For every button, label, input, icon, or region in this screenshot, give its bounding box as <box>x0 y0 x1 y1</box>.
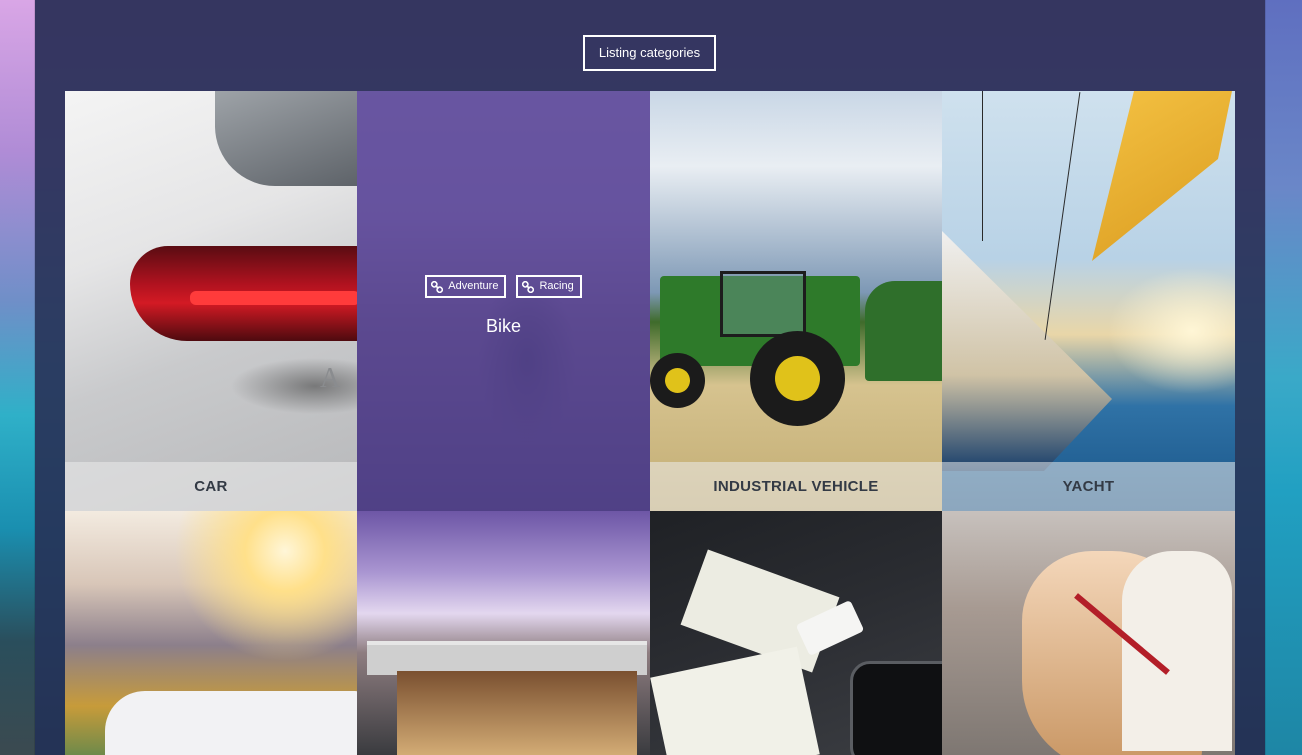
link-icon <box>522 280 535 293</box>
categories-section: Listing categories A CAR Adventure Racin… <box>35 0 1265 755</box>
tractor-image-wheel <box>750 331 845 426</box>
category-tile-bike[interactable]: Adventure Racing Bike <box>357 91 650 511</box>
category-tile-design[interactable] <box>650 511 942 755</box>
tag-label: Racing <box>539 280 574 292</box>
link-icon <box>431 280 444 293</box>
category-label[interactable]: CAR <box>65 462 357 511</box>
category-title-bike[interactable]: Bike <box>357 316 650 337</box>
tag-adventure[interactable]: Adventure <box>425 275 507 298</box>
category-tile-yacht[interactable]: YACHT <box>942 91 1235 511</box>
tractor-image-cab <box>720 271 806 337</box>
background-left <box>0 0 35 755</box>
camper-image-body <box>105 691 357 755</box>
car-logo: A <box>320 363 341 394</box>
car-image-window <box>215 91 357 186</box>
yacht-image-rigging <box>1044 92 1081 340</box>
car-image-light-strip <box>190 291 357 305</box>
tag-label: Adventure <box>448 280 499 292</box>
category-tile-camper[interactable] <box>65 511 357 755</box>
house-image-wall <box>397 671 637 755</box>
tag-racing[interactable]: Racing <box>516 275 582 298</box>
category-tile-horse[interactable] <box>942 511 1235 755</box>
category-grid: A CAR Adventure Racing Bike INDUSTRIAL V… <box>65 91 1235 755</box>
tag-list: Adventure Racing <box>357 275 650 298</box>
house-image-roof <box>367 641 647 675</box>
category-label[interactable]: INDUSTRIAL VEHICLE <box>650 462 942 511</box>
yacht-image-hull <box>942 231 1112 471</box>
category-tile-car[interactable]: A CAR <box>65 91 357 511</box>
category-tile-industrial-vehicle[interactable]: INDUSTRIAL VEHICLE <box>650 91 942 511</box>
sketch-image-paper <box>650 646 820 755</box>
category-tile-house[interactable] <box>357 511 650 755</box>
tractor-image-baler <box>865 281 942 381</box>
category-label[interactable]: YACHT <box>942 462 1235 511</box>
section-title: Listing categories <box>583 35 716 71</box>
sketch-image-phone <box>850 661 942 755</box>
tractor-image-wheel <box>650 353 705 408</box>
yacht-image-sail <box>1092 91 1232 261</box>
background-right <box>1265 0 1302 755</box>
hover-overlay <box>357 91 650 511</box>
yacht-image-rigging <box>982 91 983 241</box>
